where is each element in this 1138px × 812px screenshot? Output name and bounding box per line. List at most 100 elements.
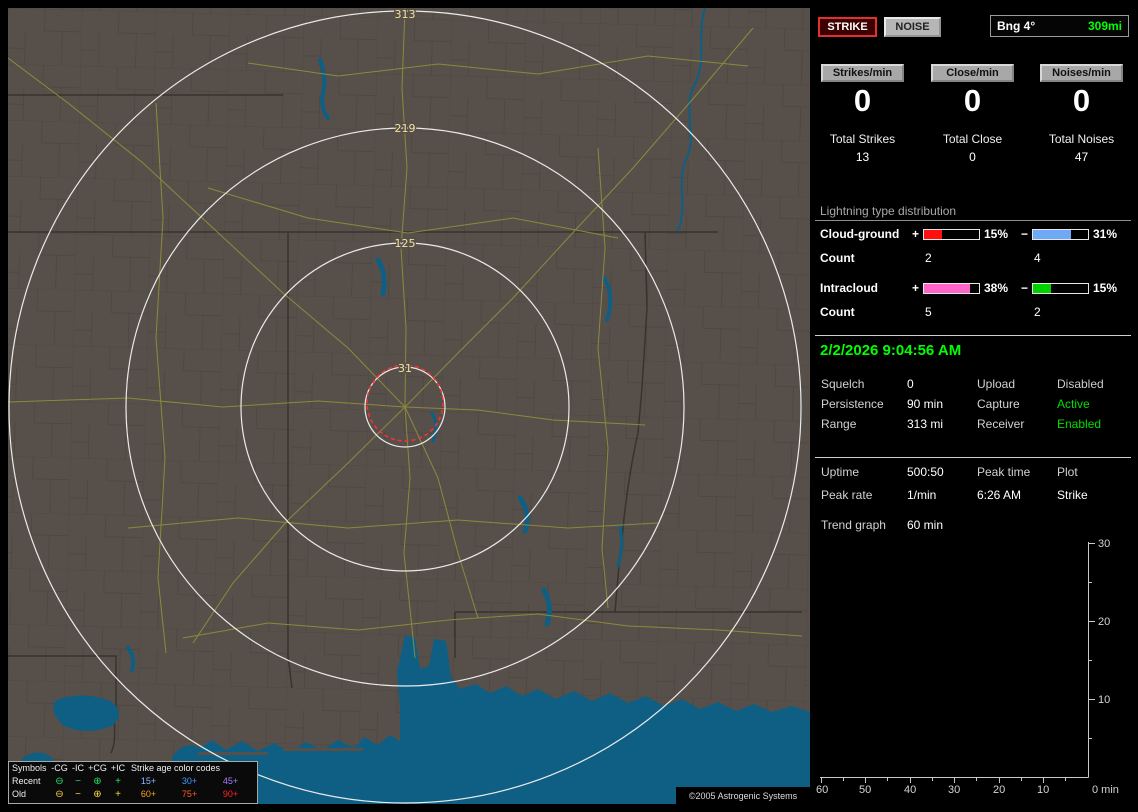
strikes-per-min-button[interactable]: Strikes/min [821, 64, 904, 82]
age-code-75: 75+ [181, 789, 198, 799]
bearing-display: Bng 4° 309mi [990, 15, 1129, 37]
total-noises-label: Total Noises [1048, 132, 1115, 146]
trend-section: Uptime 500:50 Peak time Plot Peak rate 1… [815, 458, 1131, 804]
legend-col-pos-cg: +CG [88, 763, 107, 773]
range-value: 313 mi [907, 417, 944, 431]
ring-label-313: 313 [395, 8, 416, 21]
copyright-text: ©2005 Astrogenic Systems [676, 787, 810, 804]
noises-per-min-value: 0 [1072, 83, 1091, 118]
trend-graph-label: Trend graph [821, 518, 886, 532]
settings-section: 2/2/2026 9:04:56 AM Squelch 0 Upload Dis… [815, 336, 1131, 458]
strikes-per-min-value: 0 [853, 83, 872, 118]
total-strikes-value: 13 [855, 150, 870, 164]
neg-ic-old-icon: − [75, 789, 81, 800]
cg-negative-bar [1032, 229, 1089, 240]
total-strikes-label: Total Strikes [829, 132, 896, 146]
intracloud-label: Intracloud [820, 281, 879, 295]
minus-sign: − [1021, 281, 1029, 295]
y-tick-10: 10 [1098, 694, 1110, 706]
total-close-value: 0 [969, 150, 976, 164]
x-tick-10: 10 [1037, 784, 1049, 796]
ring-label-219: 219 [395, 122, 416, 135]
close-per-min-value: 0 [963, 83, 982, 118]
uptime-value: 500:50 [907, 465, 944, 479]
cg-negative-count: 4 [1034, 251, 1041, 265]
legend-age-header: Strike age color codes [131, 763, 221, 773]
ic-positive-count: 5 [925, 305, 932, 319]
plot-value: Strike [1057, 488, 1088, 502]
cg-negative-pct: 31% [1093, 227, 1118, 241]
x-tick-30: 30 [948, 784, 960, 796]
peak-rate-value: 1/min [907, 488, 937, 502]
receiver-label: Receiver [977, 417, 1025, 431]
ic-negative-pct: 15% [1093, 281, 1118, 295]
bearing-label: Bng 4° [997, 19, 1036, 33]
counters-section: STRIKE NOISE Bng 4° 309mi Strikes/min Cl… [815, 8, 1131, 336]
total-noises-value: 47 [1074, 150, 1089, 164]
trend-graph: 30 20 10 60 50 40 30 20 10 0 min [816, 538, 1119, 796]
map-canvas: 313 219 125 31 [8, 8, 810, 804]
close-per-min-button[interactable]: Close/min [931, 64, 1014, 82]
legend-col-neg-cg: -CG [51, 763, 68, 773]
legend-col-pos-ic: +IC [110, 763, 126, 773]
age-code-30: 30+ [181, 776, 198, 786]
ic-positive-pct: 38% [984, 281, 1009, 295]
cloud-ground-label: Cloud-ground [820, 227, 900, 241]
neg-cg-old-icon: ⊖ [55, 789, 64, 800]
ic-negative-bar [1032, 283, 1089, 294]
neg-cg-recent-icon: ⊖ [55, 776, 64, 787]
age-code-15: 15+ [140, 776, 157, 786]
age-code-60: 60+ [140, 789, 157, 799]
neg-ic-recent-icon: − [75, 776, 81, 787]
peak-time-value: 6:26 AM [977, 488, 1022, 502]
legend-symbols-header: Symbols [12, 763, 47, 773]
plus-sign: + [912, 281, 920, 295]
x-tick-40: 40 [904, 784, 916, 796]
strike-symbols-legend: Symbols -CG -IC +CG +IC Strike age color… [8, 761, 258, 804]
trend-graph-axes [820, 542, 1095, 783]
legend-row-old-label: Old [12, 789, 27, 799]
pos-cg-recent-icon: ⊕ [93, 776, 102, 787]
distribution-title: Lightning type distribution [820, 204, 957, 218]
receiver-status: Enabled [1057, 417, 1102, 431]
legend-row-recent-label: Recent [12, 776, 41, 786]
pos-ic-old-icon: + [115, 789, 121, 800]
age-code-45: 45+ [222, 776, 239, 786]
cg-count-label: Count [820, 251, 855, 265]
ring-label-125: 125 [395, 237, 416, 250]
peak-rate-label: Peak rate [821, 488, 873, 502]
y-tick-20: 20 [1098, 616, 1110, 628]
range-label: Range [821, 417, 857, 431]
pos-ic-recent-icon: + [115, 776, 121, 787]
total-close-label: Total Close [942, 132, 1003, 146]
upload-status: Disabled [1057, 377, 1104, 391]
pos-cg-old-icon: ⊕ [93, 789, 102, 800]
cg-positive-count: 2 [925, 251, 932, 265]
ic-count-label: Count [820, 305, 855, 319]
y-tick-30: 30 [1098, 538, 1110, 550]
age-code-90: 90+ [222, 789, 239, 799]
squelch-label: Squelch [821, 377, 865, 391]
uptime-label: Uptime [821, 465, 860, 479]
minus-sign: − [1021, 227, 1029, 241]
datetime-display: 2/2/2026 9:04:56 AM [820, 342, 962, 359]
persistence-label: Persistence [821, 397, 884, 411]
capture-status: Active [1057, 397, 1090, 411]
trend-graph-value: 60 min [907, 518, 944, 532]
bearing-distance: 309mi [1087, 19, 1122, 33]
cg-positive-bar [923, 229, 980, 240]
peak-time-label: Peak time [977, 465, 1031, 479]
noises-per-min-button[interactable]: Noises/min [1040, 64, 1123, 82]
trend-graph-tick-labels: 30 20 10 60 50 40 30 20 10 0 min [816, 538, 1119, 796]
lightning-map[interactable]: 313 219 125 31 Symbols -CG -IC +CG +IC S… [8, 8, 810, 804]
origin-label: 0 min [1092, 784, 1119, 796]
ic-positive-bar [923, 283, 980, 294]
noise-mode-button[interactable]: NOISE [884, 17, 941, 37]
x-tick-60: 60 [816, 784, 828, 796]
strike-mode-button[interactable]: STRIKE [818, 17, 877, 37]
legend-col-neg-ic: -IC [72, 763, 84, 773]
squelch-value: 0 [907, 377, 914, 391]
cg-positive-pct: 15% [984, 227, 1009, 241]
lightning-app-window: 313 219 125 31 Symbols -CG -IC +CG +IC S… [0, 0, 1138, 812]
plus-sign: + [912, 227, 920, 241]
